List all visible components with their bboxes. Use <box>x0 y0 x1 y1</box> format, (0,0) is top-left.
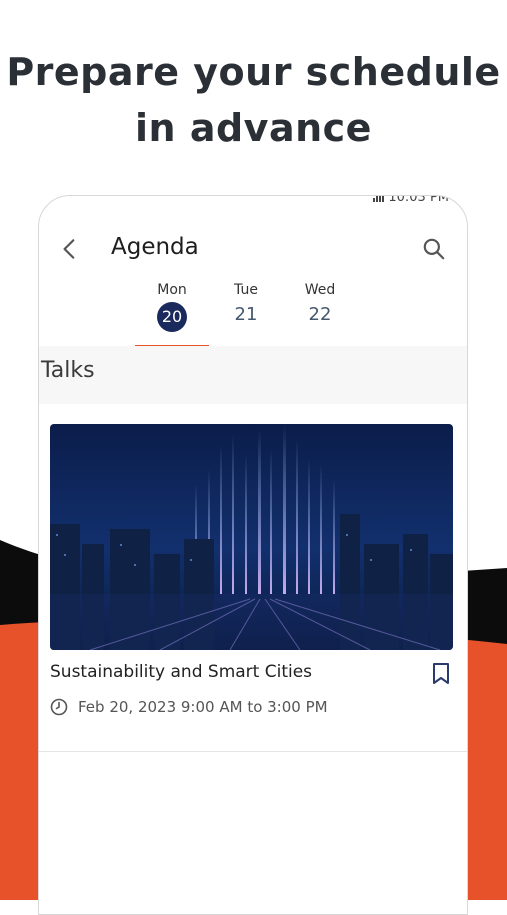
tab-day-tue[interactable]: Tue 21 <box>209 280 283 348</box>
tab-day-mon[interactable]: Mon 20 <box>135 280 209 348</box>
page-title: Agenda <box>111 234 199 260</box>
search-icon[interactable] <box>421 236 447 262</box>
app-bar: Agenda <box>39 226 467 274</box>
day-tabs: Mon 20 Tue 21 Wed 22 <box>135 280 357 348</box>
day-number: 22 <box>308 304 332 325</box>
bookmark-icon[interactable] <box>431 662 451 686</box>
headline: Prepare your schedule in advance <box>0 44 507 156</box>
talk-time: Feb 20, 2023 9:00 AM to 3:00 PM <box>50 698 328 716</box>
status-bar: 10:03 PM <box>373 195 449 205</box>
day-name: Tue <box>234 282 258 298</box>
day-name: Mon <box>157 282 187 298</box>
headline-line1: Prepare your schedule <box>6 50 501 94</box>
city-skyline-image <box>50 424 453 650</box>
section-title: Talks <box>41 358 95 383</box>
back-arrow-icon[interactable] <box>57 236 83 262</box>
headline-line2: in advance <box>135 106 372 150</box>
day-number: 20 <box>157 302 187 332</box>
status-time: 10:03 PM <box>388 195 449 205</box>
section-header: Talks <box>39 346 467 404</box>
day-number: 21 <box>234 304 258 325</box>
day-name: Wed <box>304 282 336 298</box>
clock-icon <box>50 698 68 716</box>
phone-frame: 10:03 PM Agenda Mon 20 Tue 21 Wed 22 Tal… <box>38 195 468 915</box>
talk-title[interactable]: Sustainability and Smart Cities <box>50 662 312 682</box>
signal-icon <box>373 196 385 202</box>
talk-time-text: Feb 20, 2023 9:00 AM to 3:00 PM <box>78 698 328 716</box>
talk-card[interactable]: Sustainability and Smart Cities Feb 20, … <box>39 404 467 752</box>
card-divider <box>39 751 467 752</box>
tab-day-wed[interactable]: Wed 22 <box>283 280 357 348</box>
